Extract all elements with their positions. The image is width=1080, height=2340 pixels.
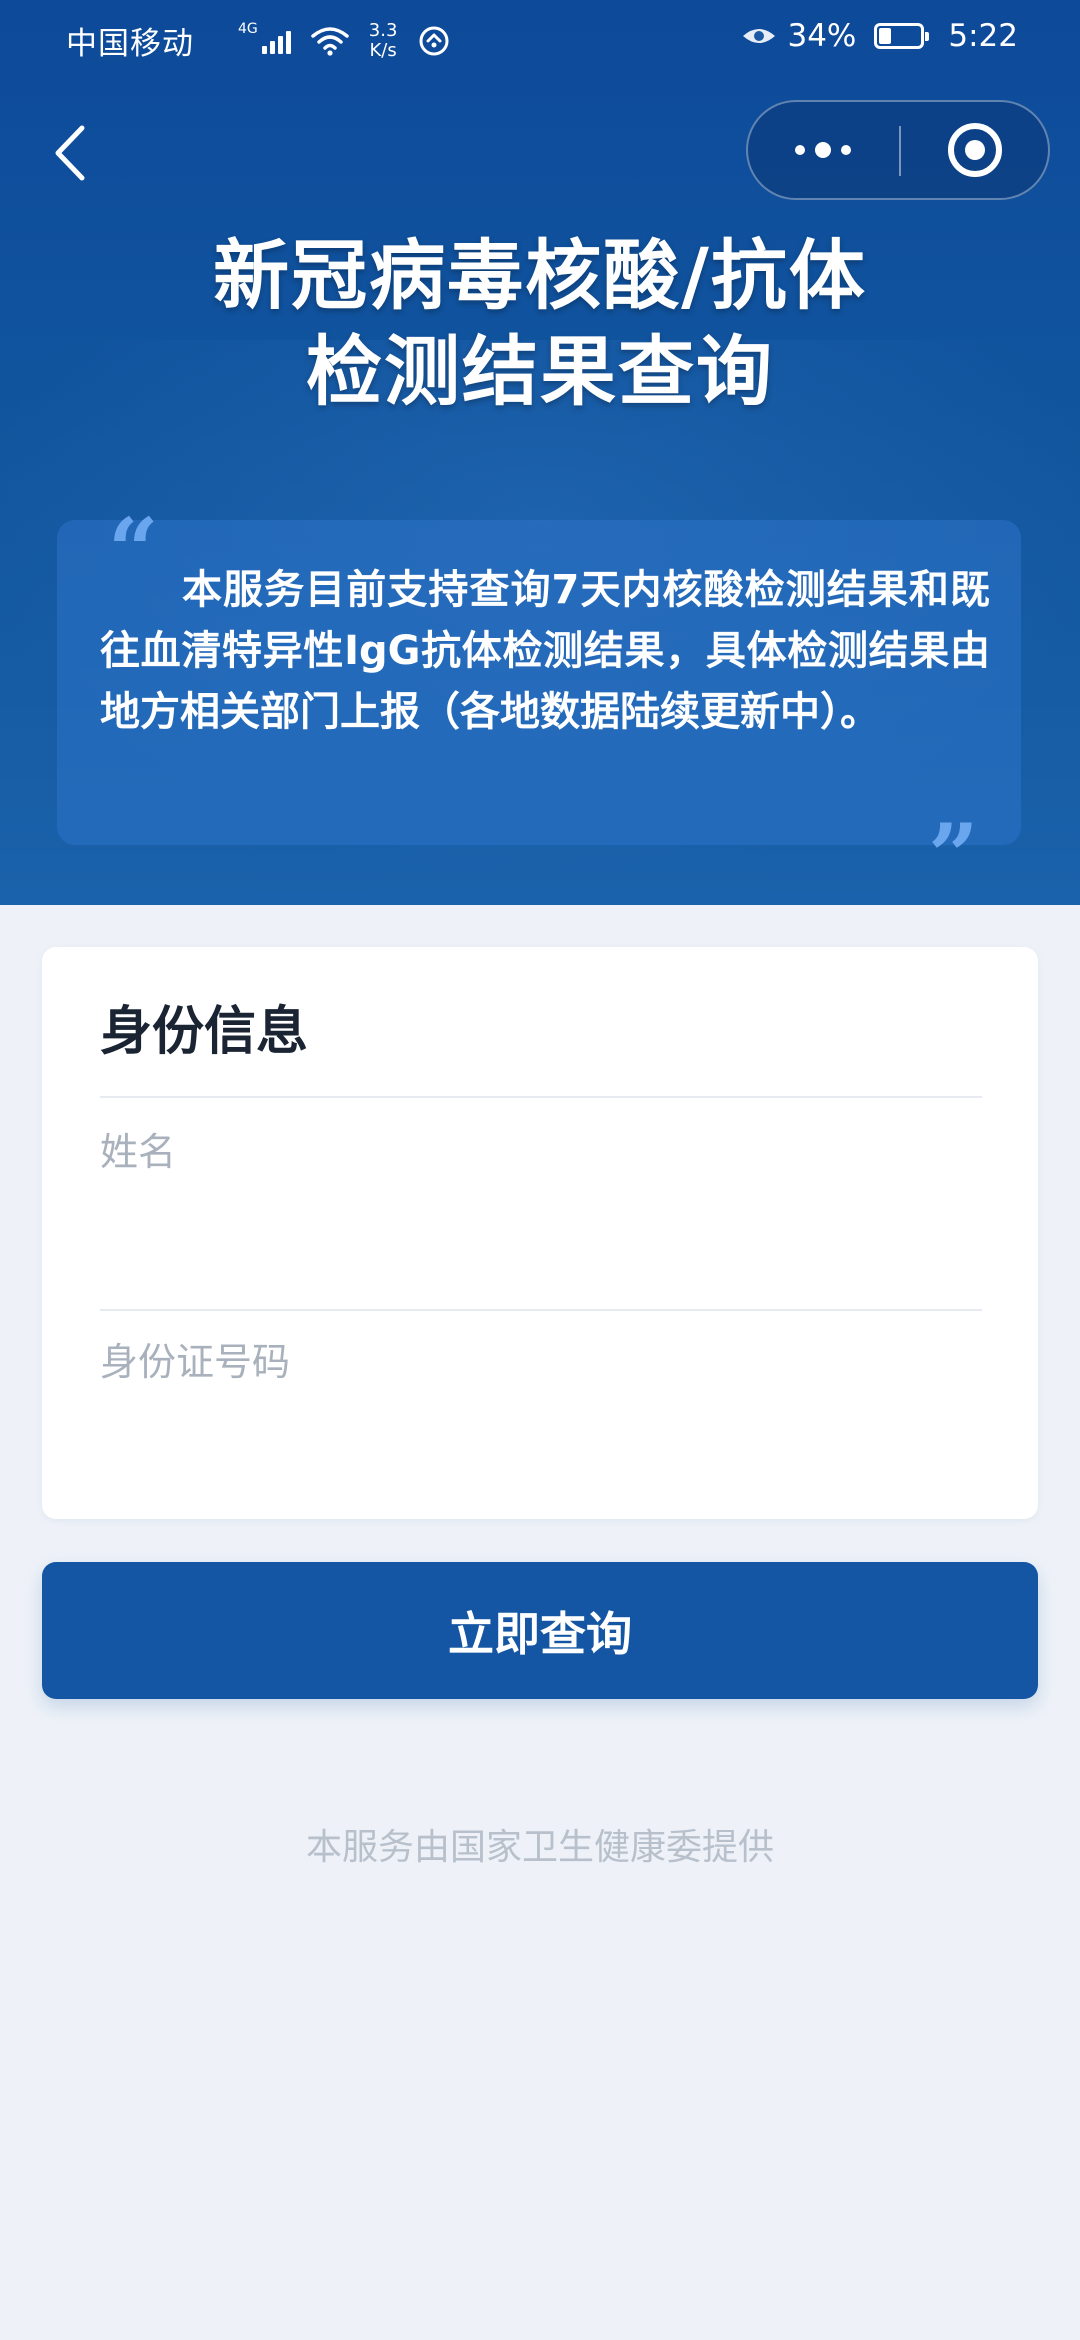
page-title: 新冠病毒核酸/抗体 检测结果查询: [0, 228, 1080, 420]
divider: [100, 1096, 982, 1098]
target-close-icon: [948, 123, 1002, 177]
mini-program-capsule: [746, 100, 1050, 200]
form-title: 身份信息: [100, 1002, 309, 1062]
query-button[interactable]: 立即查询: [42, 1562, 1038, 1699]
id-number-input[interactable]: [100, 1317, 982, 1407]
wifi-icon: [311, 26, 349, 56]
eye-comfort-icon: [743, 29, 776, 43]
status-left: 中国移动 4G 3.3 K/s: [66, 18, 451, 63]
network-speed-unit: K/s: [369, 39, 397, 61]
page-title-line-2: 检测结果查询: [306, 327, 774, 416]
sync-icon: [419, 26, 449, 55]
network-speed: 3.3 K/s: [368, 19, 398, 61]
divider: [100, 1309, 982, 1311]
more-dot-icon: [815, 142, 831, 158]
header-banner: 中国移动 4G 3.3 K/s 34% 5:22 新冠病毒核酸/抗体 检测结果查…: [0, 0, 1080, 905]
status-bar: 中国移动 4G 3.3 K/s 34% 5:22: [0, 0, 1080, 75]
page-title-line-1: 新冠病毒核酸/抗体: [213, 231, 867, 320]
name-input[interactable]: [100, 1107, 982, 1197]
status-right: 34% 5:22: [741, 18, 1018, 54]
close-mini-program-button[interactable]: [901, 102, 1049, 198]
more-button[interactable]: [748, 102, 898, 198]
signal-icon: [261, 28, 291, 54]
battery-percent: 34%: [787, 18, 857, 54]
clock: 5:22: [948, 18, 1018, 54]
identity-form-card: 身份信息: [42, 947, 1038, 1519]
footer-note: 本服务由国家卫生健康委提供: [305, 1827, 774, 1868]
carrier-name: 中国移动: [66, 26, 194, 62]
back-button[interactable]: [42, 118, 102, 188]
battery-icon: [874, 23, 930, 49]
more-dot-icon: [841, 145, 851, 155]
service-notice-text: 本服务目前支持查询7天内核酸检测结果和既往血清特异性IgG抗体检测结果，具体检测…: [100, 567, 990, 735]
more-dot-icon: [795, 145, 805, 155]
network-generation: 4G: [238, 20, 258, 37]
network-speed-value: 3.3: [368, 19, 398, 41]
chevron-left-icon: [55, 125, 85, 181]
close-quote-icon: ”: [928, 804, 979, 905]
